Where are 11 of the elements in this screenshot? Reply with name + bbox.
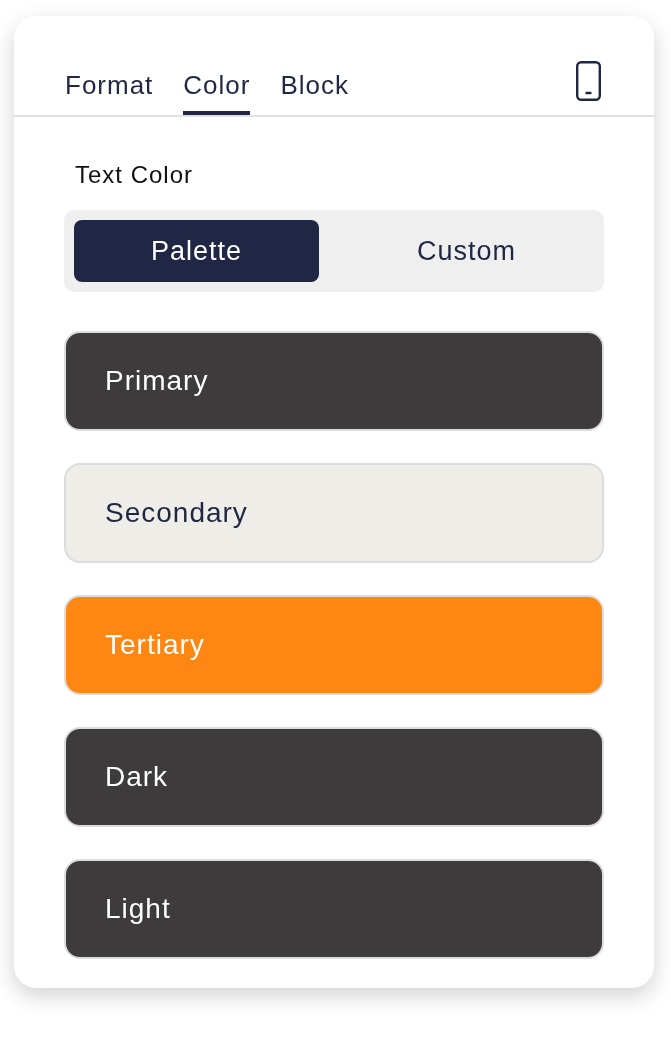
tab[interactable]: Color (183, 70, 251, 115)
color-swatch[interactable]: Secondary (64, 463, 604, 563)
mode-segment[interactable]: Palette (74, 220, 319, 282)
mobile-phone-icon[interactable] (576, 61, 601, 101)
color-swatch[interactable]: Light (64, 859, 604, 959)
color-swatch[interactable]: Dark (64, 727, 604, 827)
tab[interactable]: Format (65, 70, 154, 115)
section-label: Text Color (74, 160, 195, 190)
color-swatch[interactable]: Primary (64, 331, 604, 431)
tab[interactable]: Block (280, 70, 350, 115)
mode-segment[interactable]: Custom (339, 220, 594, 282)
